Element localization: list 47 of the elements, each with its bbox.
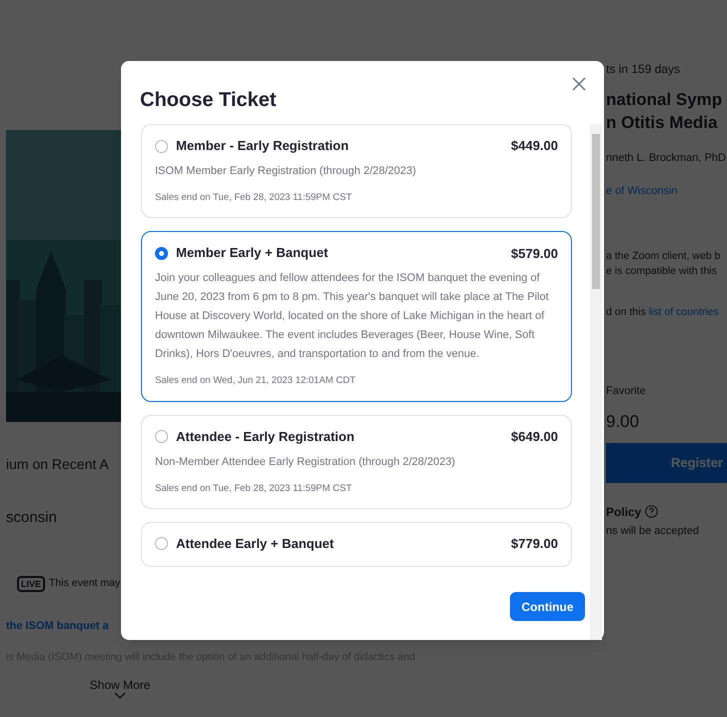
organizer-name: nneth L. Brockman, PhD: [606, 151, 727, 166]
ticket-name: Member Early + Banquet: [176, 244, 330, 262]
radio-button[interactable]: [155, 537, 168, 550]
ticket-price: $779.00: [511, 535, 558, 553]
ticket-price: $449.00: [511, 137, 558, 156]
policy-note: ns will be accepted: [606, 524, 700, 539]
help-icon[interactable]: [645, 505, 658, 518]
ticket-option[interactable]: [141, 231, 572, 402]
event-title: national Symp: [606, 89, 724, 111]
radio-button[interactable]: [155, 140, 168, 152]
ticket-price: 9.00: [606, 411, 640, 434]
ticket-option[interactable]: Attendee - Early Registration $649.00 Non-Member Attendee Early Registration (through 2/28/2023) Sales end on Tue, Feb 28, 2023 11:59PM CST: [141, 414, 572, 509]
ticket-option[interactable]: Member - Early Registration $449.00 ISOM Member Early Registration (through 2/28/2023) Sales end on Tue, Feb 28, 2023 11:59PM CST: [141, 124, 572, 218]
ticket-description: Join your colleagues and fellow attendees for the ISOM banquet the evening of June 20, 2023 from 6 pm to 8 pm. This year's banquet will take place at The Pilot House at Discovery World, located on the shore of Lake Michigan in the heart of downtown Milwaukee. The event includes Beverages (Beer, House Wine, Soft Drinks), Hors D'oeuvres, and transportation to and from the venue.: [155, 271, 550, 362]
radio-button[interactable]: [155, 430, 168, 443]
countries-link[interactable]: list of countries: [648, 305, 719, 321]
online-note: a the Zoom client, web b: [606, 249, 722, 264]
policy-title: Policy: [606, 504, 642, 521]
sales-end-text: Sales end on Tue, Feb 28, 2023 11:59PM CST: [155, 191, 353, 205]
event-title: ium on Recent A: [6, 455, 110, 474]
ticket-price: $649.00: [511, 428, 558, 446]
favorite-label: Favorite: [606, 384, 647, 399]
ticket-name: Member - Early Registration: [176, 137, 350, 155]
dialog-title: Choose Ticket: [140, 89, 276, 111]
ticket-name: Attendee - Early Registration: [176, 428, 356, 446]
ticket-option[interactable]: Attendee Early + Banquet $779.00: [141, 522, 572, 567]
event-location: sconsin: [6, 508, 58, 528]
chevron-down-icon[interactable]: [114, 692, 126, 699]
online-note: e is compatible with this: [606, 264, 718, 279]
sales-end-text: Sales end on Wed, Jun 21, 2023 12:01AM CDT: [155, 374, 357, 388]
ticket-description: Non-Member Attendee Early Registration (through 2/28/2023): [155, 454, 456, 470]
organization-link[interactable]: e of Wisconsin: [606, 182, 727, 199]
close-icon[interactable]: [572, 77, 586, 91]
register-button[interactable]: Register: [606, 442, 727, 483]
show-more-button[interactable]: Show More: [90, 678, 150, 692]
live-badge: LIVE: [17, 576, 46, 592]
countries-text: d on this: [606, 305, 646, 320]
countdown-text: ts in 159 days: [606, 61, 682, 78]
sales-end-text: Sales end on Tue, Feb 28, 2023 11:59PM CST: [155, 482, 353, 496]
event-title: n Otitis Media: [606, 112, 718, 134]
continue-button[interactable]: Continue: [510, 592, 585, 621]
live-note: This event may: [49, 576, 120, 591]
ticket-description: ISOM Member Early Registration (through 2/28/2023): [155, 164, 418, 179]
radio-button[interactable]: [155, 246, 168, 260]
ticket-name: Attendee Early + Banquet: [176, 534, 335, 553]
ticket-price: $579.00: [511, 244, 558, 262]
banquet-link[interactable]: the ISOM banquet a: [6, 618, 121, 634]
